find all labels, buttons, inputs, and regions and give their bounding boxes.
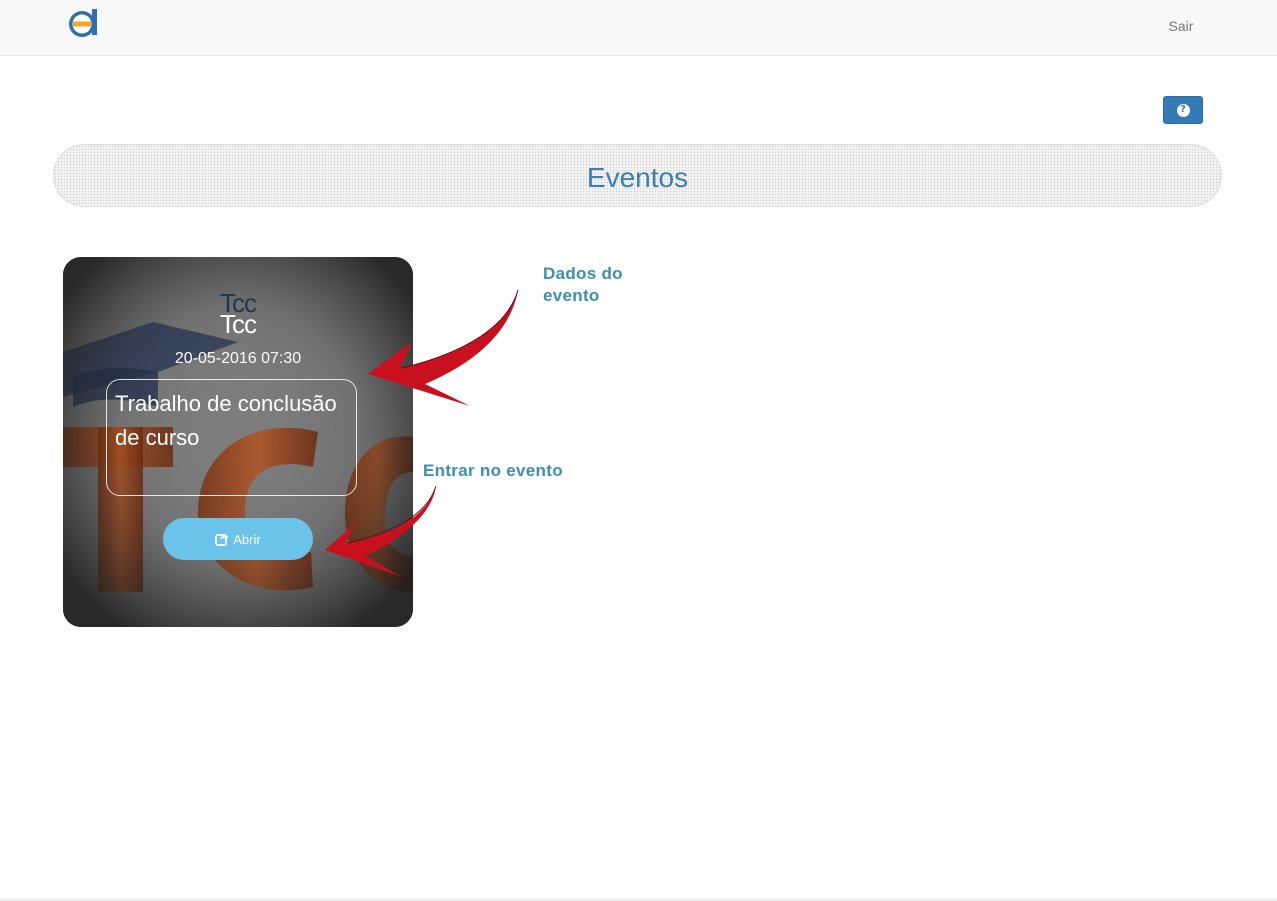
page-bottom-edge <box>0 897 1277 901</box>
open-event-label: Abrir <box>233 531 261 547</box>
top-navbar: Sair <box>0 0 1277 56</box>
event-title: Tcc <box>220 309 257 339</box>
page-title: Eventos <box>586 162 689 193</box>
annotation-enter-event: Entrar no evento <box>423 461 563 480</box>
share-square-icon <box>215 534 229 546</box>
help-button[interactable]: ? <box>1163 96 1203 124</box>
event-description-box: Trabalho de conclusão de curso <box>106 379 357 496</box>
event-datetime: 20-05-2016 07:30 <box>174 350 302 367</box>
app-logo-icon[interactable] <box>66 6 100 40</box>
page-header-panel: Eventos <box>53 144 1222 207</box>
logout-link[interactable]: Sair <box>1158 18 1204 34</box>
annotation-event-data: Dados do evento <box>543 264 623 305</box>
question-circle-icon: ? <box>1176 103 1190 117</box>
event-description: Trabalho de conclusão de curso <box>115 391 337 450</box>
open-event-button[interactable]: Abrir <box>163 518 313 560</box>
event-card: Tcc Tcc 20-05-2016 07:30 Trabalho de con… <box>63 257 413 627</box>
